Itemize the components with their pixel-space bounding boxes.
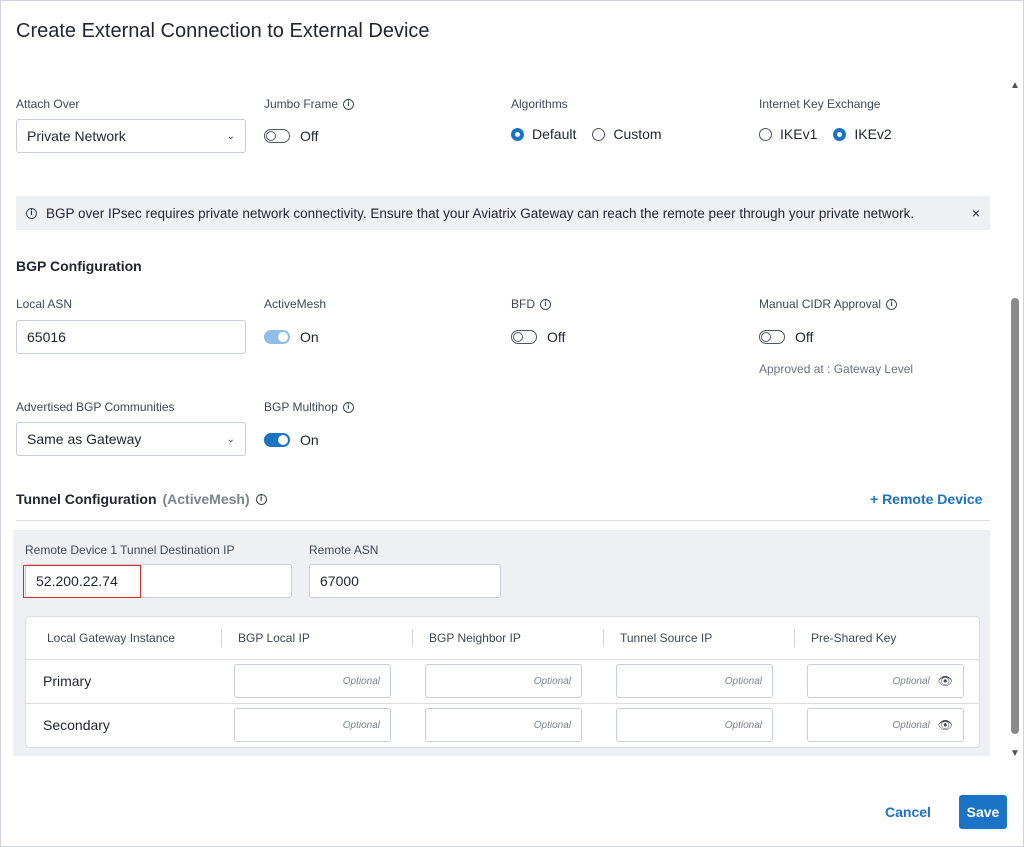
save-button[interactable]: Save	[959, 795, 1007, 829]
tunnel-source-ip-input[interactable]: Optional	[616, 664, 773, 698]
radio-unchecked-icon[interactable]	[592, 127, 606, 141]
chevron-down-icon: ⌄	[226, 433, 235, 445]
jumbo-frame-label: Jumbo Frame i	[264, 97, 355, 111]
toggle-switch[interactable]	[759, 330, 785, 344]
row-label-primary: Primary	[43, 673, 92, 689]
table-header: Tunnel Source IP	[620, 631, 713, 645]
info-icon[interactable]: i	[342, 401, 354, 413]
toggle-switch[interactable]	[264, 129, 290, 143]
info-icon[interactable]: i	[540, 298, 551, 310]
ike-v2-option[interactable]: IKEv2	[833, 126, 892, 142]
eye-icon[interactable]: 👁	[938, 718, 953, 732]
communities-select[interactable]: Same as Gateway ⌄	[16, 422, 246, 456]
toggle-state: On	[300, 432, 319, 448]
divider	[16, 520, 990, 521]
remote-asn-label: Remote ASN	[309, 543, 379, 557]
approval-level-note: Approved at : Gateway Level	[759, 362, 914, 376]
ike-radio-group: IKEv1 IKEv2	[759, 126, 902, 142]
bgp-neighbor-ip-input[interactable]: Optional	[425, 664, 582, 698]
algorithms-label: Algorithms	[511, 97, 568, 111]
algorithm-default-option[interactable]: Default	[511, 126, 576, 142]
remote-ip-label: Remote Device 1 Tunnel Destination IP	[25, 543, 235, 557]
info-icon[interactable]: i	[255, 493, 267, 505]
scroll-up-arrow-icon[interactable]: ▲	[1010, 80, 1020, 91]
ike-label: Internet Key Exchange	[759, 97, 881, 111]
manual-cidr-label: Manual CIDR Approval i	[759, 297, 898, 311]
remote-asn-input[interactable]: 67000	[309, 564, 501, 598]
row-label-secondary: Secondary	[43, 717, 110, 733]
header-separator	[794, 629, 795, 647]
info-icon[interactable]: i	[343, 98, 355, 110]
header-separator	[603, 629, 604, 647]
info-alert: i BGP over IPsec requires private networ…	[16, 196, 990, 230]
manual-cidr-toggle[interactable]: Off	[759, 329, 813, 345]
toggle-switch[interactable]	[511, 330, 537, 344]
table-header: BGP Local IP	[238, 631, 310, 645]
add-remote-device-button[interactable]: + Remote Device	[870, 491, 982, 507]
toggle-switch[interactable]	[264, 433, 290, 447]
row-separator	[26, 659, 979, 660]
bfd-toggle[interactable]: Off	[511, 329, 565, 345]
tunnel-section-title: Tunnel Configuration (ActiveMesh) i	[16, 491, 267, 507]
modal-title: Create External Connection to External D…	[16, 20, 430, 42]
communities-label: Advertised BGP Communities	[16, 400, 175, 414]
toggle-state: Off	[300, 128, 319, 144]
toggle-state: On	[300, 329, 319, 345]
header-separator	[221, 629, 222, 647]
tunnel-panel: Remote Device 1 Tunnel Destination IP 52…	[13, 530, 990, 756]
radio-checked-icon[interactable]	[511, 127, 524, 141]
table-header: Local Gateway Instance	[47, 631, 176, 645]
close-icon[interactable]: ×	[972, 205, 980, 221]
activemesh-label: ActiveMesh	[264, 297, 327, 311]
eye-icon[interactable]: 👁	[938, 674, 953, 688]
scroll-down-arrow-icon[interactable]: ▼	[1010, 748, 1020, 759]
multihop-label: BGP Multihop i	[264, 400, 354, 414]
pre-shared-key-input[interactable]: Optional 👁	[807, 664, 964, 698]
bgp-section-title: BGP Configuration	[16, 258, 142, 274]
table-header: BGP Neighbor IP	[429, 631, 521, 645]
communities-value: Same as Gateway	[27, 431, 142, 447]
bfd-label: BFD i	[511, 297, 551, 311]
info-icon[interactable]: i	[886, 298, 898, 310]
cancel-button[interactable]: Cancel	[885, 800, 931, 824]
table-header: Pre-Shared Key	[811, 631, 897, 645]
attach-over-label: Attach Over	[16, 97, 80, 111]
modal-dialog: Create External Connection to External D…	[0, 0, 1024, 847]
alert-message: BGP over IPsec requires private network …	[46, 205, 915, 221]
partial-section-heading	[16, 63, 20, 71]
bgp-local-ip-input[interactable]: Optional	[234, 664, 391, 698]
local-asn-label: Local ASN	[16, 297, 73, 311]
chevron-down-icon: ⌄	[226, 130, 235, 142]
pre-shared-key-input[interactable]: Optional 👁	[807, 708, 964, 742]
algorithms-radio-group: Default Custom	[511, 126, 672, 142]
toggle-state: Off	[795, 329, 814, 345]
radio-unchecked-icon[interactable]	[759, 127, 772, 141]
vertical-scrollbar[interactable]: ▲ ▼	[1008, 76, 1022, 766]
attach-over-select[interactable]: Private Network ⌄	[16, 119, 246, 153]
jumbo-frame-toggle[interactable]: Off	[264, 128, 318, 144]
local-asn-input[interactable]: 65016	[16, 320, 246, 354]
bgp-local-ip-input[interactable]: Optional	[234, 708, 391, 742]
radio-checked-icon[interactable]	[833, 127, 847, 141]
scrollbar-thumb[interactable]	[1011, 298, 1019, 734]
ike-v1-option[interactable]: IKEv1	[759, 126, 817, 142]
row-separator	[26, 703, 979, 704]
tunnel-table: Local Gateway Instance BGP Local IP BGP …	[25, 616, 980, 748]
multihop-toggle[interactable]: On	[264, 432, 319, 448]
attach-over-value: Private Network	[27, 128, 126, 144]
tunnel-source-ip-input[interactable]: Optional	[616, 708, 773, 742]
activemesh-toggle[interactable]: On	[264, 329, 319, 345]
highlight-box	[23, 565, 141, 598]
toggle-state: Off	[547, 329, 566, 345]
algorithm-custom-option[interactable]: Custom	[592, 126, 662, 142]
tunnel-subtitle: (ActiveMesh)	[162, 491, 250, 507]
info-icon: i	[26, 207, 37, 219]
toggle-switch[interactable]	[264, 330, 290, 344]
modal-body[interactable]: Attach Over Private Network ⌄ Jumbo Fram…	[1, 63, 1007, 783]
bgp-neighbor-ip-input[interactable]: Optional	[425, 708, 582, 742]
header-separator	[412, 629, 413, 647]
